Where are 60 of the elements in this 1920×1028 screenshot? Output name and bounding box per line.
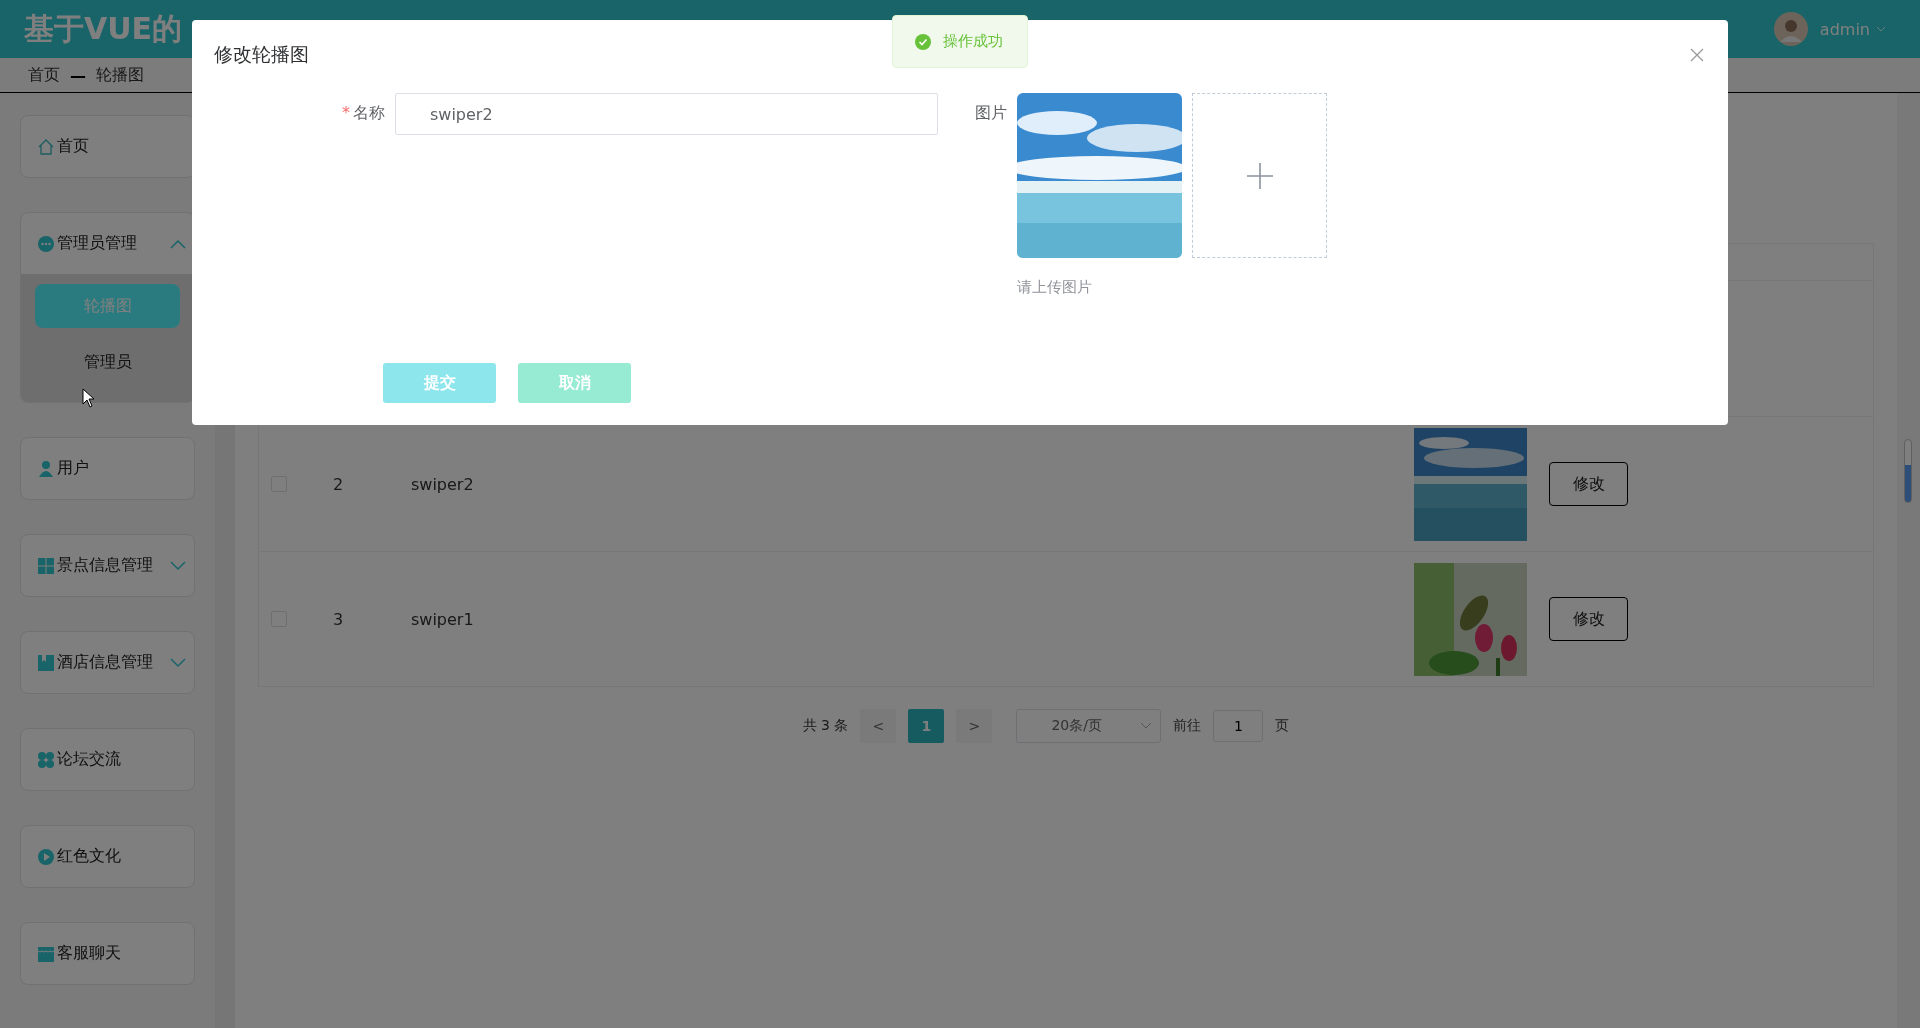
check-circle-icon [915, 33, 931, 50]
next-page-button[interactable]: > [956, 709, 993, 743]
field-label: 图片 [975, 102, 1007, 124]
breadcrumb-item: 轮播图 [96, 64, 144, 86]
table-cell-text: 3 [333, 609, 345, 629]
menu-item[interactable]: 客服聊天 [21, 923, 194, 984]
play-icon [37, 847, 55, 866]
breadcrumb-separator: — [70, 65, 86, 85]
grid-icon [37, 556, 55, 575]
caret-icon [1140, 722, 1153, 730]
edit-button[interactable]: 修改 [1549, 597, 1628, 641]
menu-label: 酒店信息管理 [57, 652, 154, 673]
chevron-icon[interactable] [170, 657, 186, 668]
person-icon [37, 459, 55, 478]
bookmark-icon [37, 653, 55, 672]
total-count: 共 3 条 [802, 717, 849, 735]
menu-item[interactable]: 论坛交流 [21, 729, 194, 790]
flower-icon [37, 750, 55, 769]
name-input[interactable]: swiper2 [395, 93, 938, 135]
table-cell-text: swiper1 [411, 609, 475, 629]
close-icon[interactable] [1690, 48, 1704, 62]
upload-box[interactable] [1192, 93, 1327, 258]
menu-label: 用户 [57, 458, 90, 479]
store-icon [37, 944, 55, 963]
site-title: 基于VUE的 [24, 9, 183, 48]
menu-label: 论坛交流 [57, 749, 122, 770]
menu-label: 红色文化 [57, 846, 122, 867]
dots-icon [37, 234, 55, 253]
menu-item[interactable]: 用户 [21, 438, 194, 499]
menu-label: 景点信息管理 [57, 555, 154, 576]
page-size-select[interactable]: 20条/页 [1016, 709, 1162, 743]
upload-hint: 请上传图片 [1017, 278, 1093, 297]
home-icon [37, 137, 55, 156]
menu-label: 首页 [57, 136, 90, 157]
prev-page-button[interactable]: < [860, 709, 897, 743]
menu-item[interactable]: 酒店信息管理 [21, 632, 194, 693]
submenu-item[interactable]: 管理员 [35, 340, 180, 384]
scrollbar-thumb[interactable] [1904, 439, 1912, 503]
menu-item[interactable]: 红色文化 [21, 826, 194, 887]
page-input[interactable]: 1 [1213, 710, 1264, 742]
table-cell-text: swiper2 [411, 474, 475, 494]
avatar-icon[interactable] [1773, 12, 1808, 46]
edit-button[interactable]: 修改 [1549, 462, 1628, 506]
menu-label: 管理员管理 [57, 233, 138, 254]
menu-item[interactable]: 景点信息管理 [21, 535, 194, 596]
breadcrumb-item[interactable]: 首页 [28, 64, 60, 86]
dialog-title: 修改轮播图 [214, 42, 309, 67]
menu-label: 客服聊天 [57, 943, 122, 964]
menu-item[interactable]: 管理员管理 [21, 213, 194, 274]
menu-item[interactable]: 首页 [21, 116, 194, 177]
page-suffix: 页 [1275, 717, 1290, 735]
chevron-icon[interactable] [170, 238, 186, 249]
toast-message: 操作成功 [892, 15, 1028, 68]
required-mark: * [342, 102, 350, 124]
plus-icon [1246, 162, 1273, 189]
chevron-icon[interactable] [170, 560, 186, 571]
goto-label: 前往 [1173, 717, 1202, 735]
field-label: 名称 [353, 102, 385, 124]
caret-icon[interactable] [1876, 25, 1886, 33]
table-cell-text: 2 [333, 474, 345, 494]
